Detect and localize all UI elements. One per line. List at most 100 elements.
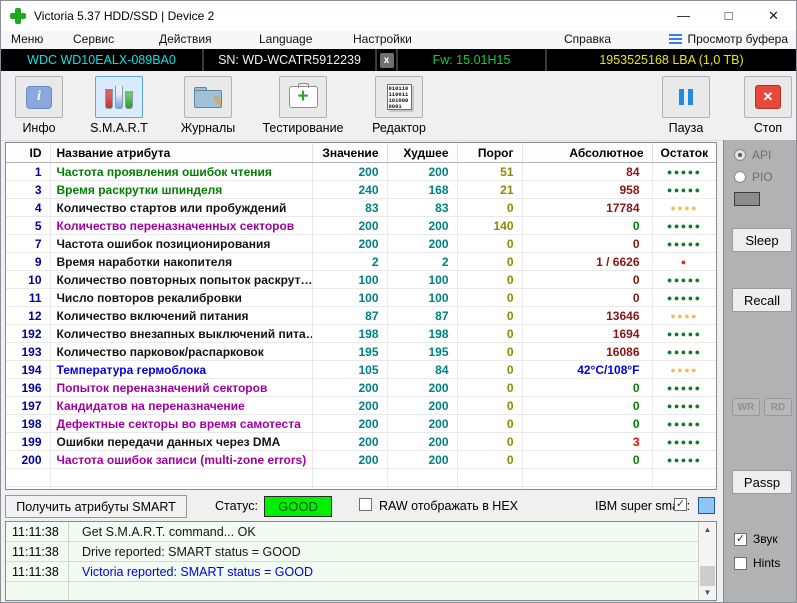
- health-dots: ●●●●●: [652, 271, 716, 289]
- scroll-thumb[interactable]: [700, 566, 715, 586]
- log-time: 11:11:38: [6, 525, 68, 539]
- app-plus-icon: [10, 8, 26, 24]
- attr-id: 197: [6, 397, 50, 415]
- table-row[interactable]: 1Частота проявления ошибок чтения2002005…: [6, 163, 716, 181]
- attr-threshold: 0: [457, 379, 522, 397]
- minimize-icon[interactable]: —: [661, 1, 706, 30]
- menu-item-4[interactable]: Language: [259, 32, 312, 46]
- attr-value: 83: [312, 199, 387, 217]
- sound-checkbox[interactable]: ✓ Звук: [734, 532, 778, 546]
- empty-row: [6, 487, 716, 491]
- drive-capacity: 1953525168 LBA (1,0 TB): [547, 49, 796, 71]
- table-row[interactable]: 9Время наработки накопителя2201 / 6626●: [6, 253, 716, 271]
- table-row[interactable]: 193Количество парковок/распарковок195195…: [6, 343, 716, 361]
- header-health: Остаток: [652, 143, 716, 163]
- sleep-button[interactable]: Sleep: [732, 228, 792, 252]
- attr-raw: 16086: [522, 343, 652, 361]
- menu-item-2[interactable]: Сервис: [73, 32, 114, 46]
- table-row[interactable]: 12Количество включений питания8787013646…: [6, 307, 716, 325]
- attr-value: 87: [312, 307, 387, 325]
- attr-id: 7: [6, 235, 50, 253]
- passp-button[interactable]: Passp: [732, 470, 792, 494]
- scroll-down-icon[interactable]: ▼: [699, 585, 716, 600]
- info-button[interactable]: i Инфо: [9, 76, 69, 135]
- attr-name: Частота проявления ошибок чтения: [50, 163, 312, 181]
- table-row[interactable]: 10Количество повторных попыток раскрут…1…: [6, 271, 716, 289]
- attr-id: 1: [6, 163, 50, 181]
- attr-value: 100: [312, 289, 387, 307]
- rd-button[interactable]: RD: [764, 398, 792, 416]
- table-row[interactable]: 4Количество стартов или пробуждений83830…: [6, 199, 716, 217]
- get-smart-button[interactable]: Получить атрибуты SMART: [5, 495, 187, 518]
- editor-button[interactable]: 010110 110011 101000 0001 Редактор: [359, 76, 439, 135]
- ibm-smart-checkbox[interactable]: ✓: [674, 498, 687, 511]
- health-dots: ●●●●●: [652, 451, 716, 469]
- health-dots: ●●●●: [652, 361, 716, 379]
- journals-icon: ✎: [194, 87, 222, 107]
- attr-worst: 200: [387, 235, 457, 253]
- health-dots: ●: [652, 253, 716, 271]
- table-row[interactable]: 194Температура гермоблока10584042°C/108°…: [6, 361, 716, 379]
- attr-raw: 13646: [522, 307, 652, 325]
- buffer-view-label: Просмотр буфера: [687, 32, 788, 46]
- attr-value: 240: [312, 181, 387, 199]
- attr-threshold: 0: [457, 289, 522, 307]
- status-bar: Получить атрибуты SMART Статус: GOOD RAW…: [1, 491, 719, 521]
- menu-item-5[interactable]: Настройки: [353, 32, 412, 46]
- attr-value: 200: [312, 415, 387, 433]
- toolbar: i Инфо S.M.A.R.T ✎ Журналы + Тестировани…: [1, 71, 796, 141]
- attr-worst: 198: [387, 325, 457, 343]
- api-radio[interactable]: API: [734, 148, 771, 162]
- hints-checkbox[interactable]: Hints: [734, 556, 780, 570]
- maximize-icon[interactable]: □: [706, 1, 751, 30]
- log-entry: 11:11:38Drive reported: SMART status = G…: [6, 542, 716, 562]
- buffer-view-button[interactable]: Просмотр буфера: [669, 32, 788, 46]
- menu-item-3[interactable]: Действия: [159, 32, 212, 46]
- recall-button[interactable]: Recall: [732, 288, 792, 312]
- table-row[interactable]: 199Ошибки передачи данных через DMA20020…: [6, 433, 716, 451]
- attr-id: 192: [6, 325, 50, 343]
- menu-item-6[interactable]: Справка: [564, 32, 611, 46]
- pause-button[interactable]: Пауза: [656, 76, 716, 135]
- close-icon[interactable]: ✕: [751, 1, 796, 30]
- status-label: Статус:: [215, 499, 258, 513]
- table-row[interactable]: 200Частота ошибок записи (multi-zone err…: [6, 451, 716, 469]
- attr-raw: 0: [522, 415, 652, 433]
- color-swatch-button[interactable]: [698, 497, 715, 514]
- attr-id: 194: [6, 361, 50, 379]
- close-device-button[interactable]: x: [380, 53, 394, 68]
- stop-icon: ✕: [755, 85, 781, 109]
- journals-button[interactable]: ✎ Журналы: [169, 76, 247, 135]
- log-message: Drive reported: SMART status = GOOD: [68, 545, 301, 559]
- attr-id: 12: [6, 307, 50, 325]
- attr-raw: 17784: [522, 199, 652, 217]
- table-row[interactable]: 7Частота ошибок позиционирования20020000…: [6, 235, 716, 253]
- health-dots: ●●●●●: [652, 217, 716, 235]
- attr-threshold: 0: [457, 451, 522, 469]
- attr-worst: 200: [387, 217, 457, 235]
- drive-serial: SN: WD-WCATR5912239: [204, 49, 377, 71]
- menu-item-1[interactable]: Меню: [11, 32, 43, 46]
- attr-value: 100: [312, 271, 387, 289]
- raw-hex-checkbox[interactable]: [359, 498, 372, 511]
- attr-name: Число повторов рекалибровки: [50, 289, 312, 307]
- pio-radio[interactable]: PIO: [734, 170, 773, 184]
- attr-value: 200: [312, 451, 387, 469]
- attr-worst: 200: [387, 451, 457, 469]
- table-row[interactable]: 5Количество переназначенных секторов2002…: [6, 217, 716, 235]
- table-row[interactable]: 196Попыток переназначений секторов200200…: [6, 379, 716, 397]
- header-worst: Худшее: [387, 143, 457, 163]
- scroll-up-icon[interactable]: ▲: [699, 522, 716, 537]
- header-value: Значение: [312, 143, 387, 163]
- stop-button[interactable]: ✕ Стоп: [738, 76, 797, 135]
- table-row[interactable]: 198Дефектные секторы во время самотеста2…: [6, 415, 716, 433]
- table-row[interactable]: 11Число повторов рекалибровки10010000●●●…: [6, 289, 716, 307]
- log-scrollbar[interactable]: ▲ ▼: [698, 522, 716, 600]
- wr-button[interactable]: WR: [732, 398, 760, 416]
- test-button[interactable]: + Тестирование: [253, 76, 353, 135]
- table-row[interactable]: 192Количество внезапных выключений пита……: [6, 325, 716, 343]
- table-row[interactable]: 197Кандидатов на переназначение20020000●…: [6, 397, 716, 415]
- attr-name: Количество парковок/распарковок: [50, 343, 312, 361]
- table-row[interactable]: 3Время раскрутки шпинделя24016821958●●●●…: [6, 181, 716, 199]
- smart-button[interactable]: S.M.A.R.T: [75, 76, 163, 135]
